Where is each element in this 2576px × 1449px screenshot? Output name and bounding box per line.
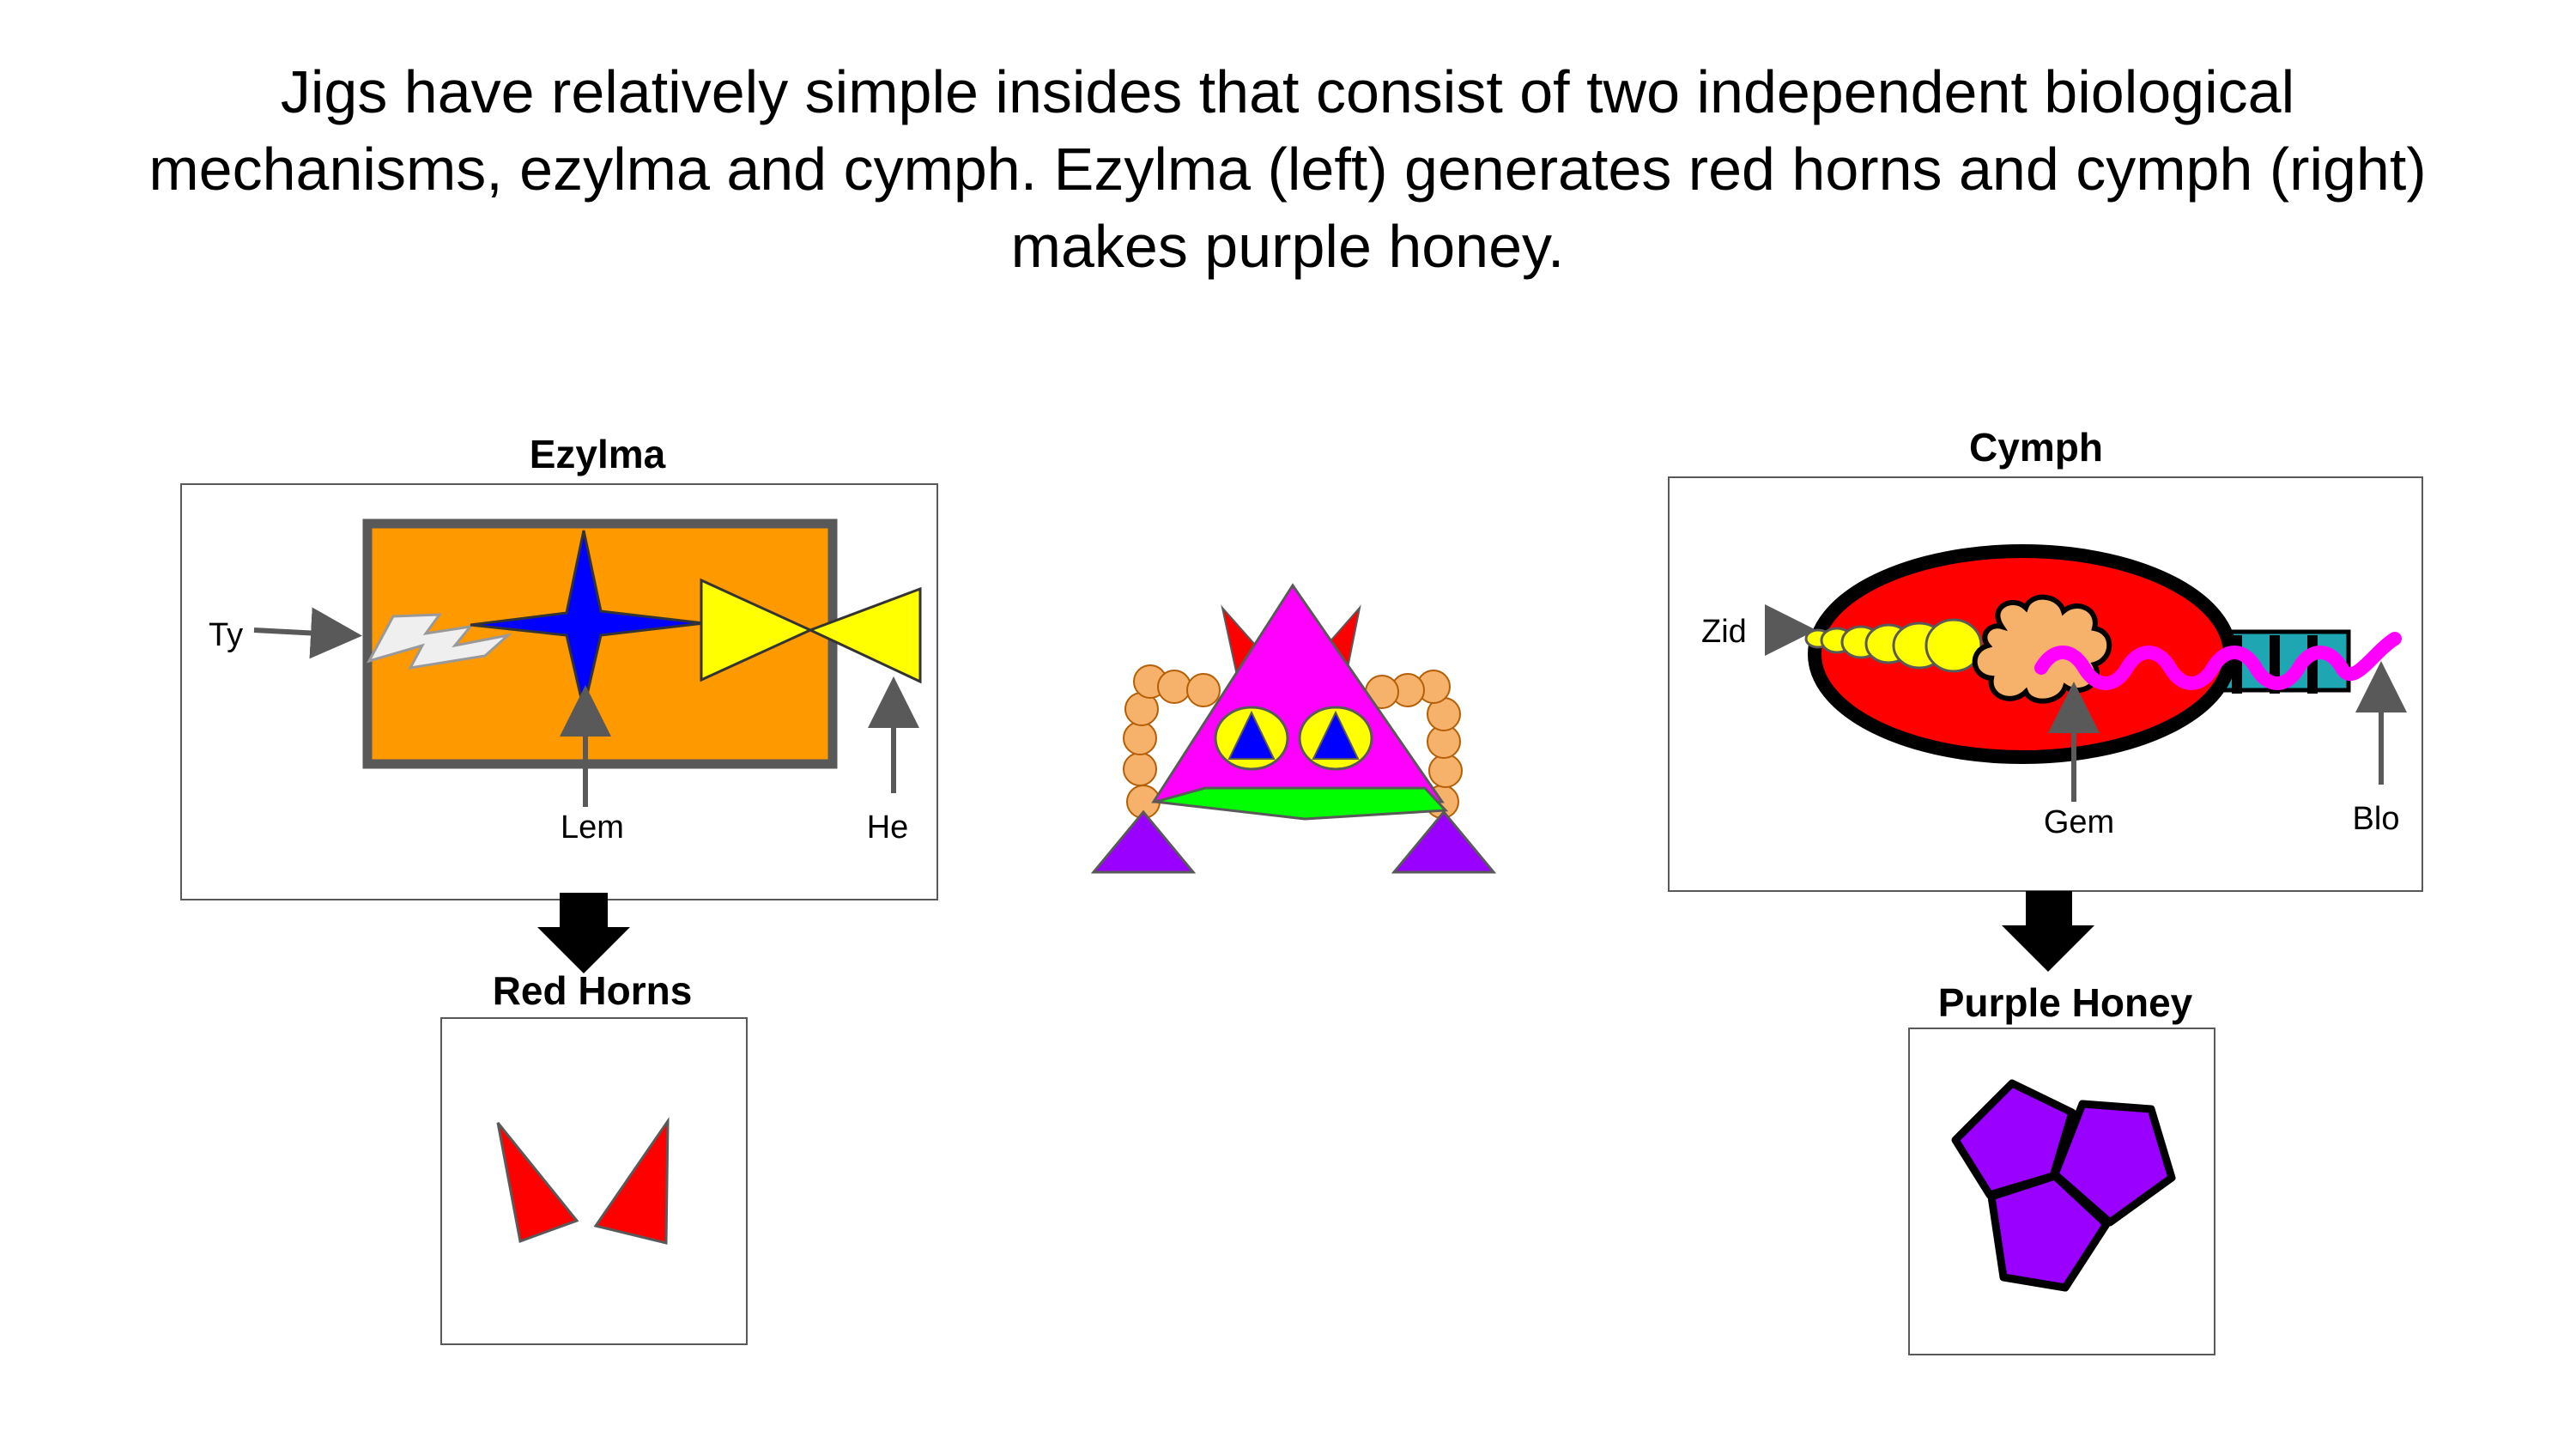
purple-honey-title: Purple Honey bbox=[1938, 980, 2193, 1025]
red-horns-panel bbox=[440, 1017, 748, 1345]
ty-label: Ty bbox=[209, 617, 243, 653]
jig-creature bbox=[1090, 583, 1497, 874]
gem-label: Gem bbox=[2044, 804, 2114, 840]
cymph-title: Cymph bbox=[1969, 425, 2103, 470]
red-horns-title: Red Horns bbox=[493, 968, 693, 1013]
diagram-canvas: Ezylma Ty Lem He Red Horns Cymph Zid Gem… bbox=[180, 425, 2423, 1355]
cymph-output-arrow bbox=[2002, 891, 2094, 972]
zid-label: Zid bbox=[1701, 614, 1747, 650]
foot-right-icon bbox=[1391, 809, 1497, 874]
ezylma-output-arrow bbox=[537, 893, 630, 973]
ezylma-title: Ezylma bbox=[530, 432, 666, 476]
blo-label: Blo bbox=[2353, 801, 2400, 837]
he-label: He bbox=[867, 809, 909, 846]
foot-left-icon bbox=[1090, 809, 1197, 874]
creature-mouth bbox=[1155, 786, 1449, 821]
lem-label: Lem bbox=[561, 809, 624, 846]
